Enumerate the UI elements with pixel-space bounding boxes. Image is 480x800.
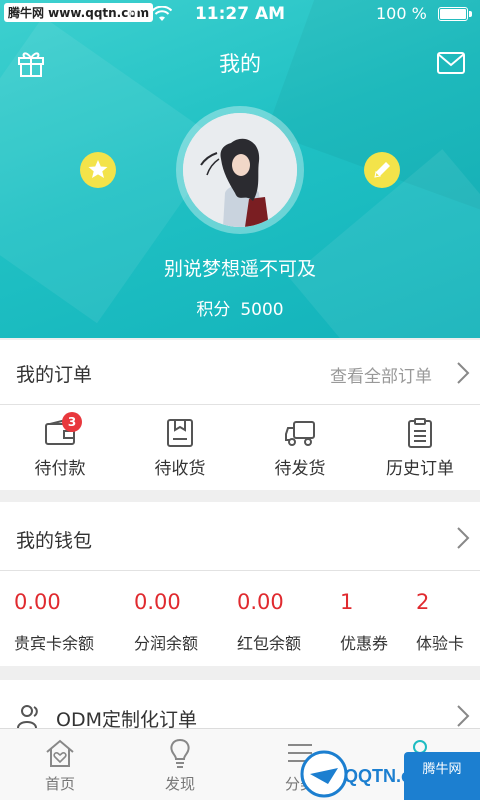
order-label: 待发货	[274, 459, 326, 479]
order-label: 待付款	[34, 459, 86, 479]
order-pending-shipment[interactable]: 待发货	[240, 406, 360, 490]
tab-discover[interactable]: 发现	[120, 729, 240, 800]
order-pending-payment[interactable]: 3 待付款	[0, 406, 120, 490]
wallet-balances: 0.00 贵宾卡余额 0.00 分润余额 0.00 红包余额 1 优惠券 2 体…	[0, 572, 480, 666]
tab-label: 首页	[44, 775, 75, 793]
view-all-orders-link[interactable]: 查看全部订单	[330, 362, 432, 387]
truck-icon	[285, 421, 315, 446]
watermark-logo-text: QQTN.com	[344, 766, 410, 786]
pencil-icon	[374, 162, 390, 178]
wallet-label: 体验卡	[416, 634, 465, 653]
order-count-badge: 3	[62, 412, 82, 432]
wallet-label: 优惠券	[340, 634, 389, 653]
wallet-title: 我的钱包	[16, 530, 93, 552]
wallet-label: 贵宾卡余额	[14, 634, 95, 653]
profile-header: 腾牛网 www.qqtn.com m 11:27 AM 100 % 我的 别说梦…	[0, 0, 480, 338]
chevron-right-icon[interactable]	[456, 361, 470, 385]
avatar[interactable]	[183, 113, 297, 227]
wallet-value: 0.00	[237, 590, 284, 614]
wallet-value: 0.00	[14, 590, 61, 614]
divider	[0, 570, 480, 571]
home-heart-icon	[46, 739, 74, 767]
avatar-photo	[183, 113, 297, 227]
orders-title: 我的订单	[16, 364, 93, 386]
battery-icon	[438, 7, 472, 21]
wallet-value: 1	[340, 590, 354, 614]
order-status-row: 3 待付款 待收货 待发货 历史订单	[0, 406, 480, 490]
order-history[interactable]: 历史订单	[360, 406, 480, 490]
user-nickname: 别说梦想遥不可及	[163, 258, 316, 280]
wallet-label: 红包余额	[237, 634, 302, 653]
divider	[0, 404, 480, 405]
wallet-section: 我的钱包 0.00 贵宾卡余额 0.00 分润余额 0.00 红包余额 1 优惠…	[0, 502, 480, 666]
order-label: 待收货	[154, 459, 206, 479]
lightbulb-icon	[170, 738, 190, 768]
order-label: 历史订单	[386, 459, 454, 479]
chevron-right-icon[interactable]	[456, 526, 470, 550]
orders-section: 我的订单 查看全部订单 3 待付款 待收货 待发货 历史订单	[0, 340, 480, 490]
wallet-value: 0.00	[134, 590, 181, 614]
watermark-logo: QQTN.com	[300, 750, 410, 798]
battery-percent: 100 %	[376, 4, 427, 23]
user-points: 积分 5000	[0, 295, 480, 320]
chevron-right-icon[interactable]	[456, 704, 470, 728]
tab-label: 发现	[164, 775, 195, 793]
favorite-button[interactable]	[80, 152, 116, 188]
status-bar: 腾牛网 www.qqtn.com m 11:27 AM 100 %	[0, 0, 480, 28]
wallet-value: 2	[416, 590, 430, 614]
package-icon	[167, 419, 193, 447]
edit-profile-button[interactable]	[364, 152, 400, 188]
page-title: 我的	[219, 52, 261, 76]
points-value: 5000	[240, 300, 284, 320]
odm-order-row[interactable]: ODM定制化订单	[0, 680, 480, 731]
order-pending-receipt[interactable]: 待收货	[120, 406, 240, 490]
mail-icon[interactable]	[436, 50, 466, 76]
star-icon	[88, 160, 108, 178]
watermark-badge: 腾牛网	[404, 752, 480, 800]
users-icon	[17, 705, 38, 729]
points-label: 积分	[196, 300, 231, 320]
clipboard-icon	[408, 418, 432, 448]
tab-home[interactable]: 首页	[0, 729, 120, 800]
wallet-label: 分润余额	[134, 634, 199, 653]
